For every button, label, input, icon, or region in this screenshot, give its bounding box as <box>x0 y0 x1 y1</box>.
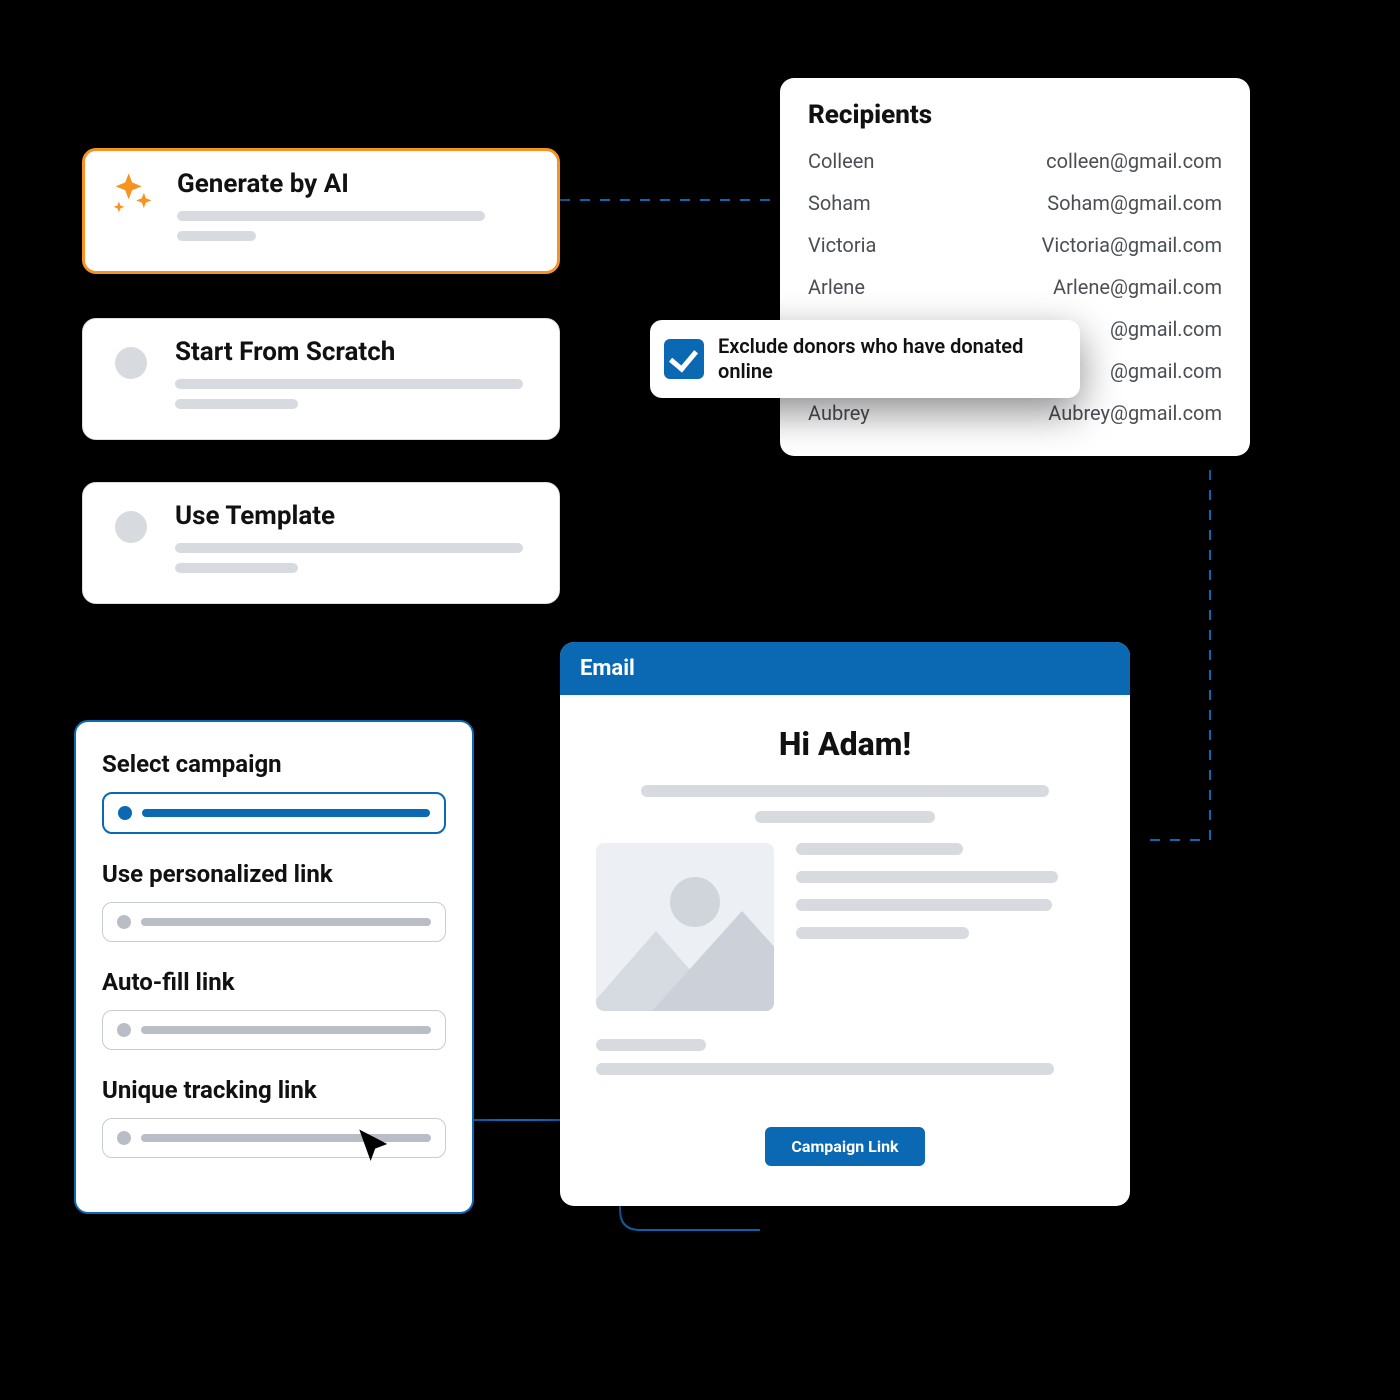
placeholder-bar <box>175 379 523 389</box>
personalized-link-field[interactable] <box>102 902 446 942</box>
campaign-panel: Select campaign Use personalized link Au… <box>74 720 474 1214</box>
image-placeholder-icon <box>596 843 774 1011</box>
field-label: Use personalized link <box>102 860 446 888</box>
option-title: Start From Scratch <box>175 337 537 367</box>
email-header: Email <box>560 642 1130 695</box>
placeholder-bar <box>755 811 934 823</box>
sparkles-icon <box>107 169 159 221</box>
option-title: Generate by AI <box>177 169 535 199</box>
cursor-icon <box>354 1126 396 1172</box>
field-label: Unique tracking link <box>102 1076 446 1104</box>
email-greeting: Hi Adam! <box>596 725 1094 763</box>
radio-icon <box>105 337 157 389</box>
campaign-link-button[interactable]: Campaign Link <box>765 1127 924 1166</box>
placeholder-bar <box>596 1039 706 1051</box>
placeholder-bar <box>175 399 298 409</box>
recipient-row[interactable]: VictoriaVictoria@gmail.com <box>808 224 1222 266</box>
placeholder-bar <box>641 785 1049 797</box>
placeholder-bar <box>796 843 963 855</box>
placeholder-bar <box>175 563 298 573</box>
option-generate-ai[interactable]: Generate by AI <box>82 148 560 274</box>
option-use-template[interactable]: Use Template <box>82 482 560 604</box>
recipients-title: Recipients <box>808 100 1222 130</box>
placeholder-bar <box>177 211 485 221</box>
radio-icon <box>105 501 157 553</box>
placeholder-bar <box>796 899 1052 911</box>
placeholder-bar <box>796 927 969 939</box>
exclude-donors-label: Exclude donors who have donated online <box>718 334 1038 384</box>
field-label: Select campaign <box>102 750 446 778</box>
option-title: Use Template <box>175 501 537 531</box>
recipient-row[interactable]: AubreyAubrey@gmail.com <box>808 392 1222 434</box>
recipient-row[interactable]: ArleneArlene@gmail.com <box>808 266 1222 308</box>
placeholder-bar <box>796 871 1058 883</box>
select-campaign-field[interactable] <box>102 792 446 834</box>
placeholder-bar <box>596 1063 1054 1075</box>
recipient-row[interactable]: Colleencolleen@gmail.com <box>808 140 1222 182</box>
option-start-scratch[interactable]: Start From Scratch <box>82 318 560 440</box>
recipients-panel: Recipients Colleencolleen@gmail.com Soha… <box>780 78 1250 456</box>
recipient-row[interactable]: SohamSoham@gmail.com <box>808 182 1222 224</box>
field-label: Auto-fill link <box>102 968 446 996</box>
autofill-link-field[interactable] <box>102 1010 446 1050</box>
checkbox-checked-icon[interactable] <box>664 339 704 379</box>
placeholder-bar <box>177 231 256 241</box>
placeholder-bar <box>175 543 523 553</box>
email-preview-panel: Email Hi Adam! Campaign Link <box>560 642 1130 1206</box>
exclude-donors-toggle[interactable]: Exclude donors who have donated online <box>650 320 1080 398</box>
